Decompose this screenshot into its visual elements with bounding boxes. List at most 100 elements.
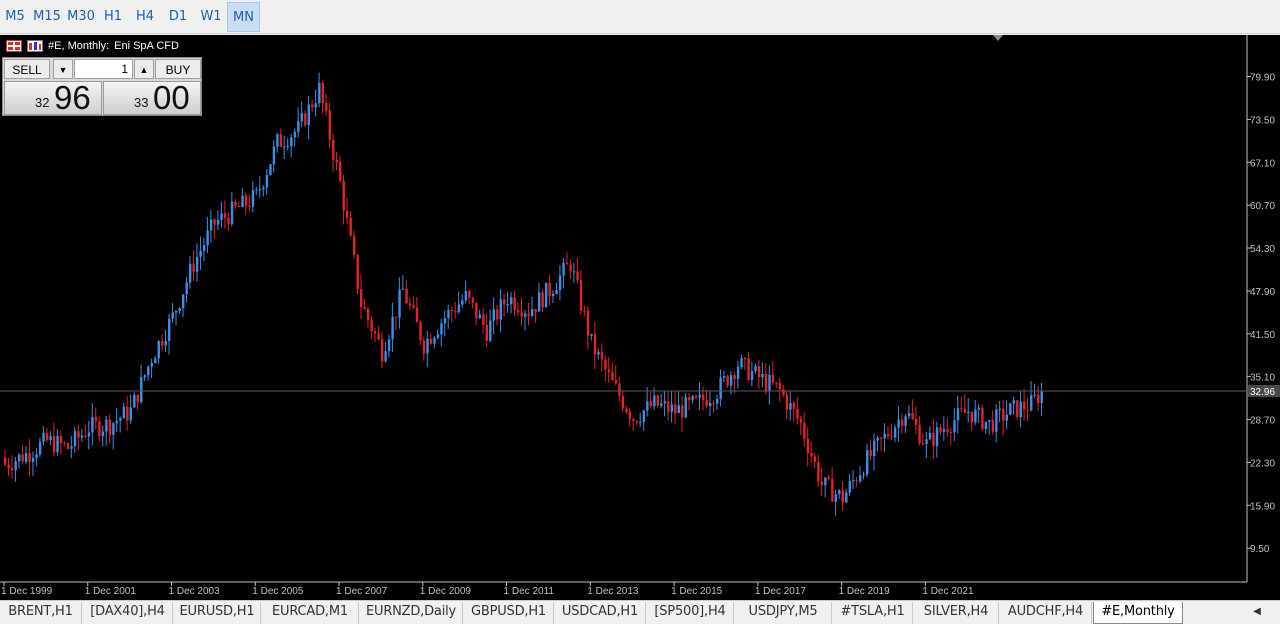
bear-candle (841, 490, 844, 503)
bull-candle (1009, 403, 1012, 415)
bear-candle (161, 341, 164, 346)
bear-candle (632, 419, 635, 421)
bear-candle (213, 219, 216, 225)
bear-candle (126, 406, 129, 421)
bull-candle (251, 189, 255, 207)
chart-tab[interactable]: SILVER,H4 (914, 602, 999, 624)
chart-tab[interactable]: GBPUSD,H1 (464, 602, 554, 624)
bull-candle (740, 358, 743, 368)
bear-candle (454, 311, 457, 313)
timeframe-h1[interactable]: H1 (98, 2, 128, 32)
bull-candle (70, 446, 73, 449)
bear-candle (363, 306, 366, 310)
chart-tab[interactable]: EURNZD,Daily (360, 602, 463, 624)
bear-candle (279, 134, 283, 147)
bear-candle (618, 383, 621, 396)
bull-candle (984, 421, 988, 429)
timeframe-d1[interactable]: D1 (163, 2, 193, 32)
bear-candle (667, 401, 670, 412)
chart-shift-marker[interactable] (993, 35, 1003, 41)
bear-candle (705, 400, 708, 407)
timeframe-h4[interactable]: H4 (130, 2, 160, 32)
bull-candle (150, 363, 153, 367)
x-tick-label: 1 Dec 2013 (587, 586, 639, 597)
chart-tab[interactable]: AUDCHF,H4 (1000, 602, 1092, 624)
bear-candle (681, 405, 684, 418)
bull-candle (38, 441, 42, 455)
chart-tab[interactable]: #E,Monthly (1093, 602, 1183, 624)
x-tick-label: 1 Dec 2001 (85, 586, 137, 597)
bear-candle (611, 371, 614, 381)
bull-candle (199, 250, 202, 257)
bear-candle (886, 433, 890, 437)
bid-price-button[interactable]: 32 96 (4, 79, 102, 116)
bull-candle (883, 433, 886, 439)
bear-candle (513, 297, 516, 311)
chart-tab[interactable]: BRENT,H1 (0, 602, 82, 624)
bear-candle (339, 162, 342, 181)
bear-candle (656, 395, 660, 406)
chart-tab[interactable]: USDCAD,H1 (555, 602, 646, 624)
bear-candle (1016, 400, 1019, 418)
lot-size-input[interactable] (74, 59, 133, 79)
y-tick-label: 67.10 (1250, 158, 1275, 169)
bull-candle (729, 375, 733, 386)
chart-tab[interactable]: EURUSD,H1 (174, 602, 261, 624)
chart-tab[interactable]: USDJPY,M5 (735, 602, 832, 624)
bear-candle (346, 210, 349, 218)
x-tick-label: 1 Dec 2021 (922, 586, 974, 597)
bear-candle (799, 418, 803, 423)
y-tick-label: 73.50 (1250, 115, 1275, 126)
bull-candle (185, 282, 188, 295)
bull-candle (506, 304, 509, 306)
bear-candle (450, 310, 454, 312)
timeframe-m30[interactable]: M30 (64, 2, 98, 32)
bear-candle (688, 397, 691, 401)
bear-candle (475, 302, 478, 319)
chart-description: Eni SpA CFD (114, 40, 179, 52)
x-tick-label: 1 Dec 2011 (504, 586, 555, 597)
arrow-down-icon[interactable]: ▼ (53, 59, 73, 79)
bull-candle (293, 131, 297, 138)
bear-candle (733, 375, 736, 380)
bear-candle (604, 359, 607, 370)
timeframe-mn[interactable]: MN (227, 2, 260, 32)
chart-window[interactable]: 79.90 73.50 67.10 60.70 54.30 47.90 41.50 35.10… (0, 35, 1280, 600)
bear-candle (223, 213, 227, 218)
bull-candle (115, 420, 119, 424)
bear-candle (412, 305, 415, 308)
bear-candle (869, 450, 872, 457)
bear-candle (321, 83, 324, 104)
chart-tab[interactable]: [DAX40],H4 (83, 602, 173, 624)
chart-tab[interactable]: [SP500],H4 (647, 602, 734, 624)
sell-button[interactable]: SELL (4, 59, 50, 79)
price-chart[interactable]: 79.90 73.50 67.10 60.70 54.30 47.90 41.50 35.10… (0, 35, 1280, 600)
bear-candle (949, 431, 953, 433)
arrow-up-icon[interactable]: ▲ (134, 59, 154, 79)
bull-candle (255, 189, 258, 191)
bull-candle (590, 334, 593, 336)
chart-tab[interactable]: EURCAD,M1 (262, 602, 359, 624)
bull-candle (660, 403, 663, 406)
trade-panel-icon[interactable] (27, 40, 43, 52)
timeframe-m15[interactable]: M15 (30, 2, 64, 32)
buy-button[interactable]: BUY (155, 59, 201, 79)
bull-candle (873, 440, 876, 457)
bull-candle (555, 290, 558, 294)
bull-candle (112, 423, 115, 435)
timeframe-w1[interactable]: W1 (196, 2, 226, 32)
bull-candle (925, 439, 928, 444)
bear-candle (136, 394, 140, 402)
grid-window-icon[interactable] (6, 40, 22, 52)
bull-candle (171, 312, 174, 319)
bull-candle (318, 83, 321, 104)
bull-candle (391, 316, 394, 340)
bull-candle (572, 271, 576, 273)
bear-candle (28, 453, 31, 462)
timeframe-m5[interactable]: M5 (0, 2, 30, 32)
ask-price-button[interactable]: 33 00 (103, 79, 201, 116)
arrow-left-icon[interactable]: ◀ (1250, 602, 1264, 624)
bear-candle (234, 201, 237, 207)
chart-tab[interactable]: #TSLA,H1 (833, 602, 913, 624)
bear-candle (359, 289, 363, 307)
